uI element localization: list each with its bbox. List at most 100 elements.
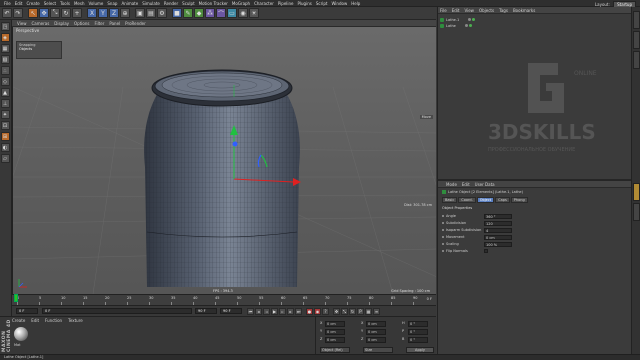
polygons-mode-icon[interactable]: ▲: [0, 88, 10, 97]
menu-create[interactable]: Create: [26, 1, 39, 6]
material-menu-function[interactable]: Function: [45, 318, 62, 323]
tab-coord[interactable]: Coord.: [458, 197, 476, 203]
enabled-check-icon[interactable]: [472, 18, 476, 21]
position-x-field[interactable]: 0 cm: [325, 321, 345, 327]
autokey-icon[interactable]: ◉: [314, 307, 321, 315]
texture-mode-icon[interactable]: ▦: [0, 44, 10, 53]
menu-script[interactable]: Script: [316, 1, 328, 6]
next-key-icon[interactable]: ▸: [287, 307, 294, 315]
rotation-b-field[interactable]: 0 °: [408, 337, 428, 343]
timeline-menu-icon[interactable]: ≡: [373, 307, 380, 315]
material-menu-texture[interactable]: Texture: [68, 318, 83, 323]
perspective-viewport[interactable]: Perspective Snapping Objects Move Dist: …: [12, 27, 436, 294]
planar-workplane-icon[interactable]: ▱: [0, 154, 10, 163]
material-menu-create[interactable]: Create: [12, 318, 25, 323]
camera-icon[interactable]: ◉: [238, 8, 248, 18]
snapping-panel[interactable]: Snapping Objects: [16, 41, 62, 59]
snap-toggle-icon[interactable]: ⊡: [0, 121, 10, 130]
object-name[interactable]: Lathe.1: [446, 18, 459, 22]
viewport-menu-options[interactable]: Options: [74, 21, 89, 26]
size-mode-dropdown[interactable]: Size: [363, 347, 393, 353]
live-selection-icon[interactable]: ↖: [28, 8, 38, 18]
layers-panel-tab[interactable]: [633, 203, 640, 221]
size-y-field[interactable]: 0 cm: [366, 329, 386, 335]
objects-panel-tab[interactable]: [633, 11, 640, 29]
key-rotation-icon[interactable]: ↻: [349, 307, 356, 315]
can-mesh[interactable]: [13, 27, 436, 294]
points-mode-icon[interactable]: ∴: [0, 66, 10, 75]
play-icon[interactable]: ▶: [271, 307, 278, 315]
menu-mograph[interactable]: MoGraph: [232, 1, 250, 6]
workplane-mode-icon[interactable]: ▧: [0, 55, 10, 64]
prev-frame-icon[interactable]: ◃: [263, 307, 270, 315]
redo-icon[interactable]: ↷: [13, 8, 23, 18]
bend-deformer-icon[interactable]: ⌒: [216, 8, 226, 18]
menu-plugins[interactable]: Plugins: [298, 1, 312, 6]
menu-window[interactable]: Window: [331, 1, 347, 6]
end-frame-field[interactable]: 90 F: [195, 308, 217, 314]
viewport-menu-prorender[interactable]: ProRender: [125, 21, 146, 26]
key-selection-icon[interactable]: ?: [322, 307, 329, 315]
viewport-menu-cameras[interactable]: Cameras: [32, 21, 50, 26]
tab-object[interactable]: Object: [476, 197, 495, 203]
key-pla-icon[interactable]: ▦: [365, 307, 372, 315]
menu-tools[interactable]: Tools: [60, 1, 70, 6]
attr-menu-user-data[interactable]: User Data: [475, 182, 495, 187]
objmgr-menu-objects[interactable]: Objects: [479, 8, 494, 13]
object-row[interactable]: Lathe: [440, 23, 472, 28]
position-y-field[interactable]: 0 cm: [325, 329, 345, 335]
current-frame-field[interactable]: 0 F: [42, 308, 192, 314]
coordinate-mode-dropdown[interactable]: Object (Rel): [320, 347, 350, 353]
tab-phong[interactable]: Phong: [510, 197, 528, 203]
scale-tool-icon[interactable]: ⤡: [50, 8, 60, 18]
undo-icon[interactable]: ↶: [2, 8, 12, 18]
edges-mode-icon[interactable]: ◇: [0, 77, 10, 86]
menu-animate[interactable]: Animate: [121, 1, 138, 6]
objmgr-menu-tags[interactable]: Tags: [499, 8, 508, 13]
flip-normals-checkbox[interactable]: [484, 249, 488, 253]
light-icon[interactable]: ☀: [249, 8, 259, 18]
render-settings-icon[interactable]: ⚙: [157, 8, 167, 18]
tab-caps[interactable]: Caps: [495, 197, 510, 203]
menu-motion-tracker[interactable]: Motion Tracker: [199, 1, 228, 6]
goto-start-icon[interactable]: ⏮: [247, 307, 254, 315]
viewport-menu-display[interactable]: Display: [54, 21, 69, 26]
objmgr-menu-bookmarks[interactable]: Bookmarks: [513, 8, 535, 13]
rotation-p-field[interactable]: 0 °: [408, 329, 428, 335]
render-view-icon[interactable]: ▣: [135, 8, 145, 18]
menu-simulate[interactable]: Simulate: [142, 1, 160, 6]
max-frame-field[interactable]: 90 F: [220, 308, 242, 314]
object-name[interactable]: Lathe: [446, 24, 456, 28]
move-tool-icon[interactable]: ✥: [39, 8, 49, 18]
coordinate-system-icon[interactable]: ⊕: [120, 8, 130, 18]
make-editable-icon[interactable]: ◳: [0, 22, 10, 31]
movement-field[interactable]: 0 cm: [484, 234, 512, 240]
cube-icon[interactable]: ■: [172, 8, 182, 18]
objmgr-menu-view[interactable]: View: [464, 8, 474, 13]
subdivision-icon[interactable]: ◆: [194, 8, 204, 18]
menu-select[interactable]: Select: [44, 1, 56, 6]
menu-file[interactable]: File: [4, 1, 11, 6]
objmgr-menu-file[interactable]: File: [440, 8, 447, 13]
cloner-icon[interactable]: ⁂: [205, 8, 215, 18]
z-axis-lock-icon[interactable]: Z: [109, 8, 119, 18]
menu-edit[interactable]: Edit: [15, 1, 23, 6]
viewport-menu-filter[interactable]: Filter: [94, 21, 104, 26]
material-preview[interactable]: [14, 327, 28, 341]
key-parameter-icon[interactable]: P: [357, 307, 364, 315]
floor-icon[interactable]: ▭: [227, 8, 237, 18]
material-menu-edit[interactable]: Edit: [31, 318, 39, 323]
subdivision-field[interactable]: 120: [484, 220, 512, 226]
menu-pipeline[interactable]: Pipeline: [278, 1, 294, 6]
solo-icon[interactable]: ◐: [0, 143, 10, 152]
rotation-h-field[interactable]: 0 °: [408, 321, 428, 327]
attr-menu-edit[interactable]: Edit: [462, 182, 470, 187]
menu-character[interactable]: Character: [254, 1, 274, 6]
render-picture-viewer-icon[interactable]: ▤: [146, 8, 156, 18]
menu-sculpt[interactable]: Sculpt: [182, 1, 195, 6]
snapping-value[interactable]: Objects: [19, 47, 59, 51]
menu-render[interactable]: Render: [164, 1, 178, 6]
key-position-icon[interactable]: ✥: [333, 307, 340, 315]
goto-end-icon[interactable]: ⏭: [295, 307, 302, 315]
viewport-menu-panel[interactable]: Panel: [109, 21, 120, 26]
